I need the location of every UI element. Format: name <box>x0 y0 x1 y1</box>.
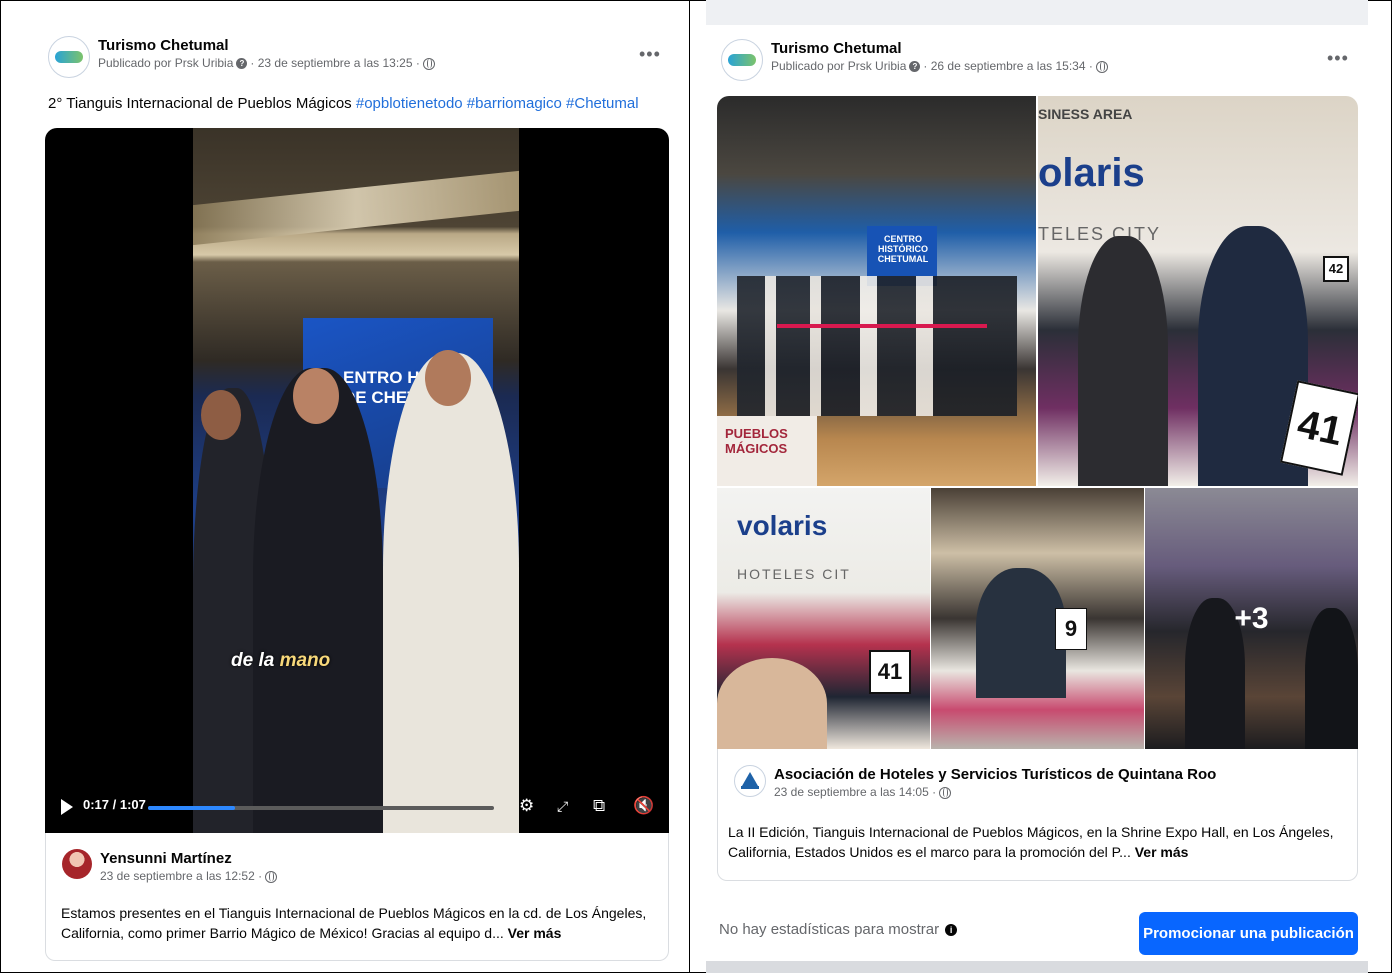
video-frame: ENTRO HISTÓRI DE CHETUMAL <box>193 128 519 833</box>
shared-post-body: La II Edición, Tianguis Internacional de… <box>728 824 1334 860</box>
ribbon <box>777 324 987 328</box>
video-time: 0:17 / 1:07 <box>83 797 146 812</box>
shared-post-meta: 23 de septiembre a las 12:52 · <box>100 868 278 885</box>
fullscreen-icon[interactable]: ⤢ <box>557 796 568 816</box>
post-date[interactable]: · 26 de septiembre a las 15:34 · <box>923 58 1092 75</box>
video-controls: 0:17 / 1:07 ⚙ ⤢ ⧉ 🔇 <box>45 783 669 833</box>
left-post-header: Turismo Chetumal Publicado por Prsk Urib… <box>48 36 435 78</box>
table-number-card-2: 42 <box>1323 256 1349 282</box>
hashtag-opblotienetodo[interactable]: #opblotienetodo <box>356 95 463 112</box>
shared-post-text: Estamos presentes en el Tianguis Interna… <box>61 903 661 943</box>
page-name[interactable]: Turismo Chetumal <box>771 39 1108 58</box>
volaris-logo: volaris <box>737 510 828 541</box>
top-strip <box>706 0 1368 25</box>
promote-post-button[interactable]: Promocionar una publicación <box>1139 912 1358 955</box>
photo-gallery: CENTRO HISTÓRICO CHETUMAL PUEBLOS MÁGICO… <box>717 96 1358 749</box>
shared-post-text: La II Edición, Tianguis Internacional de… <box>728 822 1348 862</box>
globe-icon <box>939 786 952 799</box>
pueblos-banner-text: PUEBLOS MÁGICOS <box>725 426 788 456</box>
association-logo-icon[interactable] <box>734 765 766 797</box>
volaris-logo: olaris <box>1038 151 1145 195</box>
more-photos-overlay[interactable]: +3 <box>1145 488 1358 749</box>
shared-post-header: Yensunni Martínez 23 de septiembre a las… <box>62 849 278 885</box>
man-person <box>976 568 1066 698</box>
published-by[interactable]: Publicado por Prsk Uribia <box>771 58 906 75</box>
settings-gear-icon[interactable]: ⚙ <box>519 796 534 816</box>
page-name[interactable]: Turismo Chetumal <box>98 36 435 55</box>
more-options-button[interactable]: ••• <box>639 44 661 65</box>
photo-2[interactable]: SINESS AREA olaris TELES CITY 41 42 <box>1038 96 1358 486</box>
woman-person <box>1078 236 1168 486</box>
globe-icon <box>1095 60 1108 73</box>
shared-post-date[interactable]: 23 de septiembre a las 14:05 · <box>774 784 936 801</box>
mute-icon[interactable]: 🔇 <box>633 796 654 816</box>
video-caption: de la mano <box>231 650 330 672</box>
hoteles-city-sign: HOTELES CIT <box>737 566 851 582</box>
table-number-card: 41 <box>869 650 911 694</box>
bottom-strip <box>706 961 1368 973</box>
author-name[interactable]: Asociación de Hoteles y Servicios Turíst… <box>774 765 1216 784</box>
author-name[interactable]: Yensunni Martínez <box>100 849 277 868</box>
published-by[interactable]: Publicado por Prsk Uribia <box>98 55 233 72</box>
video-progress-fill <box>148 806 235 810</box>
stats-text: No hay estadísticas para mostrar <box>719 921 940 938</box>
globe-icon <box>265 870 278 883</box>
face-left <box>201 390 241 440</box>
play-icon[interactable] <box>61 799 73 815</box>
chetumal-logo-icon <box>728 54 756 66</box>
shared-post-meta: 23 de septiembre a las 14:05 · <box>774 784 1216 801</box>
chetumal-logo-icon <box>55 51 83 63</box>
booth-sign-text: CENTRO HISTÓRICO CHETUMAL <box>877 234 929 264</box>
post-text-body: 2° Tianguis Internacional de Pueblos Mág… <box>48 95 352 112</box>
video-player[interactable]: ENTRO HISTÓRI DE CHETUMAL de la mano 0:1… <box>45 128 669 833</box>
post-text: 2° Tianguis Internacional de Pueblos Mág… <box>48 94 639 114</box>
author-avatar[interactable] <box>62 849 92 879</box>
right-post-header: Turismo Chetumal Publicado por Prsk Urib… <box>721 39 1108 81</box>
question-icon[interactable]: ? <box>909 61 921 72</box>
shared-post-header: Asociación de Hoteles y Servicios Turíst… <box>734 765 1216 801</box>
see-more-link[interactable]: Ver más <box>1135 844 1189 860</box>
woman-back <box>717 658 827 749</box>
hashtag-barriomagico[interactable]: #barriomagico <box>467 95 562 112</box>
person-center <box>253 368 383 833</box>
post-date[interactable]: · 23 de septiembre a las 13:25 · <box>250 55 419 72</box>
video-progress-bar[interactable] <box>148 806 494 810</box>
picture-in-picture-icon[interactable]: ⧉ <box>593 796 605 816</box>
photo-4[interactable]: 9 <box>931 488 1144 749</box>
shared-post-card[interactable]: Asociación de Hoteles y Servicios Turíst… <box>717 749 1358 881</box>
more-options-button[interactable]: ••• <box>1327 48 1349 69</box>
face-center <box>293 368 339 424</box>
post-meta: Publicado por Prsk Uribia ? · 23 de sept… <box>98 55 435 72</box>
shared-post-card[interactable]: Yensunni Martínez 23 de septiembre a las… <box>45 833 669 961</box>
face-right <box>425 350 471 406</box>
table-number-card: 9 <box>1055 608 1087 650</box>
people-group <box>737 276 1017 416</box>
photo-5[interactable]: +3 <box>1145 488 1358 749</box>
photo-1[interactable]: CENTRO HISTÓRICO CHETUMAL PUEBLOS MÁGICO… <box>717 96 1036 486</box>
shared-post-date[interactable]: 23 de septiembre a las 12:52 · <box>100 868 262 885</box>
business-area-sign: SINESS AREA <box>1038 106 1133 122</box>
hashtag-chetumal[interactable]: #Chetumal <box>566 95 639 112</box>
page-avatar[interactable] <box>48 36 90 78</box>
person-right <box>383 353 519 833</box>
photo-3[interactable]: volaris HOTELES CIT 41 <box>717 488 930 749</box>
column-divider <box>689 0 690 973</box>
globe-icon <box>422 57 435 70</box>
info-icon[interactable]: i <box>945 923 958 936</box>
see-more-link[interactable]: Ver más <box>508 925 562 941</box>
post-meta: Publicado por Prsk Uribia ? · 26 de sept… <box>771 58 1108 75</box>
page-avatar[interactable] <box>721 39 763 81</box>
hoteles-city-sign: TELES CITY <box>1038 224 1162 244</box>
ceiling-beam <box>193 170 519 246</box>
stats-row: No hay estadísticas para mostrar i <box>719 921 958 938</box>
caption-highlight: mano <box>279 650 331 671</box>
question-icon[interactable]: ? <box>236 58 248 69</box>
caption-text: de la <box>231 650 275 671</box>
